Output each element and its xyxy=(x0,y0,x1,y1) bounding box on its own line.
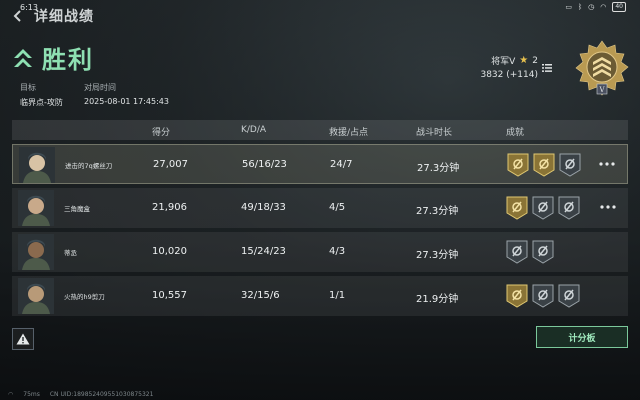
player-name: 三角魔盒 xyxy=(64,205,90,213)
cell-kda: 15/24/23 xyxy=(241,246,286,257)
star-icon: ★ xyxy=(519,55,529,66)
cell-kda: 56/16/23 xyxy=(242,159,287,170)
cell-rescue: 1/1 xyxy=(329,290,346,301)
cell-rescue: 24/7 xyxy=(330,159,353,170)
alarm-icon: ◷ xyxy=(588,3,595,11)
more-options-icon[interactable] xyxy=(600,204,616,210)
cell-kda: 49/18/33 xyxy=(241,202,286,213)
skull-badge-icon[interactable] xyxy=(506,240,528,264)
footer: ◠ 75ms CN UID:189852409551030875321 xyxy=(8,391,153,398)
sun-badge-icon[interactable] xyxy=(506,284,528,308)
achievement-badges xyxy=(506,284,580,308)
operator-avatar xyxy=(19,147,55,183)
skull-badge-icon[interactable] xyxy=(558,284,580,308)
rank-stars: 2 xyxy=(532,55,538,66)
operator-avatar xyxy=(18,278,54,314)
cell-duration: 27.3分钟 xyxy=(416,250,459,261)
rank-info: 将军V ★ 2 3832 (+114) xyxy=(480,54,538,80)
cell-score: 27,007 xyxy=(153,159,188,170)
header-kda: K/D/A xyxy=(241,125,267,135)
cell-rescue: 4/5 xyxy=(329,202,346,213)
table-row[interactable]: 蒂丞 10,020 15/24/23 4/3 27.3分钟 xyxy=(12,232,628,272)
target-value: 临界点-攻防 xyxy=(20,98,63,107)
scoreboard-button[interactable]: 计分板 xyxy=(536,326,628,348)
cell-duration: 21.9分钟 xyxy=(416,294,459,305)
svg-text:V: V xyxy=(598,86,605,94)
report-button[interactable] xyxy=(12,328,34,350)
header-achievements: 成就 xyxy=(506,128,525,138)
general-rank-emblem-icon: V xyxy=(575,40,629,96)
skull-badge-icon[interactable] xyxy=(507,153,529,177)
target-badge-icon[interactable] xyxy=(532,240,554,264)
uid-text: CN UID:189852409551030875321 xyxy=(49,391,154,398)
time-block: 对局时间 2025-08-01 17:45:43 xyxy=(84,82,169,106)
status-bar: 6:13 ▭ ᛒ ◷ ◠ 40 xyxy=(0,0,640,14)
achievement-badges xyxy=(506,240,554,264)
hammer-badge-icon[interactable] xyxy=(506,196,528,220)
achievement-badges xyxy=(507,153,581,177)
header: 详细战绩 xyxy=(10,6,94,26)
cell-duration: 27.3分钟 xyxy=(417,163,460,174)
cell-score: 10,557 xyxy=(152,290,187,301)
operator-avatar xyxy=(18,234,54,270)
shield-badge-icon[interactable] xyxy=(559,153,581,177)
more-options-icon[interactable] xyxy=(599,161,615,167)
rank-up-chevron-icon xyxy=(14,48,32,67)
wifi-icon: ◠ xyxy=(600,3,607,11)
wrench-badge-icon[interactable] xyxy=(532,284,554,308)
header-duration: 战斗时长 xyxy=(416,128,453,138)
battery-icon: 40 xyxy=(612,2,626,12)
ping-value: 75ms xyxy=(23,391,40,398)
operator-avatar xyxy=(18,190,54,226)
table-row[interactable]: 进击的7q螺丝刀 27,007 56/16/23 24/7 27.3分钟 xyxy=(12,144,628,184)
target-label: 目标 xyxy=(20,83,36,92)
header-rescue: 救援/占点 xyxy=(329,128,369,138)
skull-badge-icon[interactable] xyxy=(558,196,580,220)
table-row[interactable]: 火热的h9剪刀 10,557 32/15/6 1/1 21.9分钟 xyxy=(12,276,628,316)
cell-score: 21,906 xyxy=(152,202,187,213)
window-icon: ▭ xyxy=(565,3,572,11)
rank-points: 3832 (+114) xyxy=(480,70,538,80)
back-arrow-icon[interactable] xyxy=(10,8,26,24)
cell-score: 10,020 xyxy=(152,246,187,257)
victory-banner: 胜利 xyxy=(12,40,94,75)
table-row[interactable]: 三角魔盒 21,906 49/18/33 4/5 27.3分钟 xyxy=(12,188,628,228)
header-score: 得分 xyxy=(152,128,171,138)
victory-label: 胜利 xyxy=(42,46,94,74)
signal-icon: ◠ xyxy=(8,391,14,398)
player-name: 进击的7q螺丝刀 xyxy=(65,162,113,170)
scoreboard-table: 得分 K/D/A 救援/占点 战斗时长 成就 进击的7q螺丝刀 27,007 56/… xyxy=(12,120,628,316)
cell-rescue: 4/3 xyxy=(329,246,346,257)
player-name: 蒂丞 xyxy=(64,249,77,257)
page-title: 详细战绩 xyxy=(34,9,94,25)
list-icon[interactable] xyxy=(542,64,552,72)
time-value: 2025-08-01 17:45:43 xyxy=(84,97,169,106)
table-header: 得分 K/D/A 救援/占点 战斗时长 成就 xyxy=(12,120,628,140)
player-name: 火热的h9剪刀 xyxy=(64,293,105,301)
hammer-badge-icon[interactable] xyxy=(533,153,555,177)
bluetooth-icon: ᛒ xyxy=(577,3,583,11)
status-icons: ▭ ᛒ ◷ ◠ 40 xyxy=(565,2,626,12)
wrench-badge-icon[interactable] xyxy=(532,196,554,220)
time-label: 对局时间 xyxy=(84,83,116,92)
cell-kda: 32/15/6 xyxy=(241,290,280,301)
cell-duration: 27.3分钟 xyxy=(416,206,459,217)
warning-icon xyxy=(16,333,30,345)
target-block: 目标 临界点-攻防 xyxy=(20,82,63,108)
achievement-badges xyxy=(506,196,580,220)
rank-name: 将军V xyxy=(491,57,516,67)
